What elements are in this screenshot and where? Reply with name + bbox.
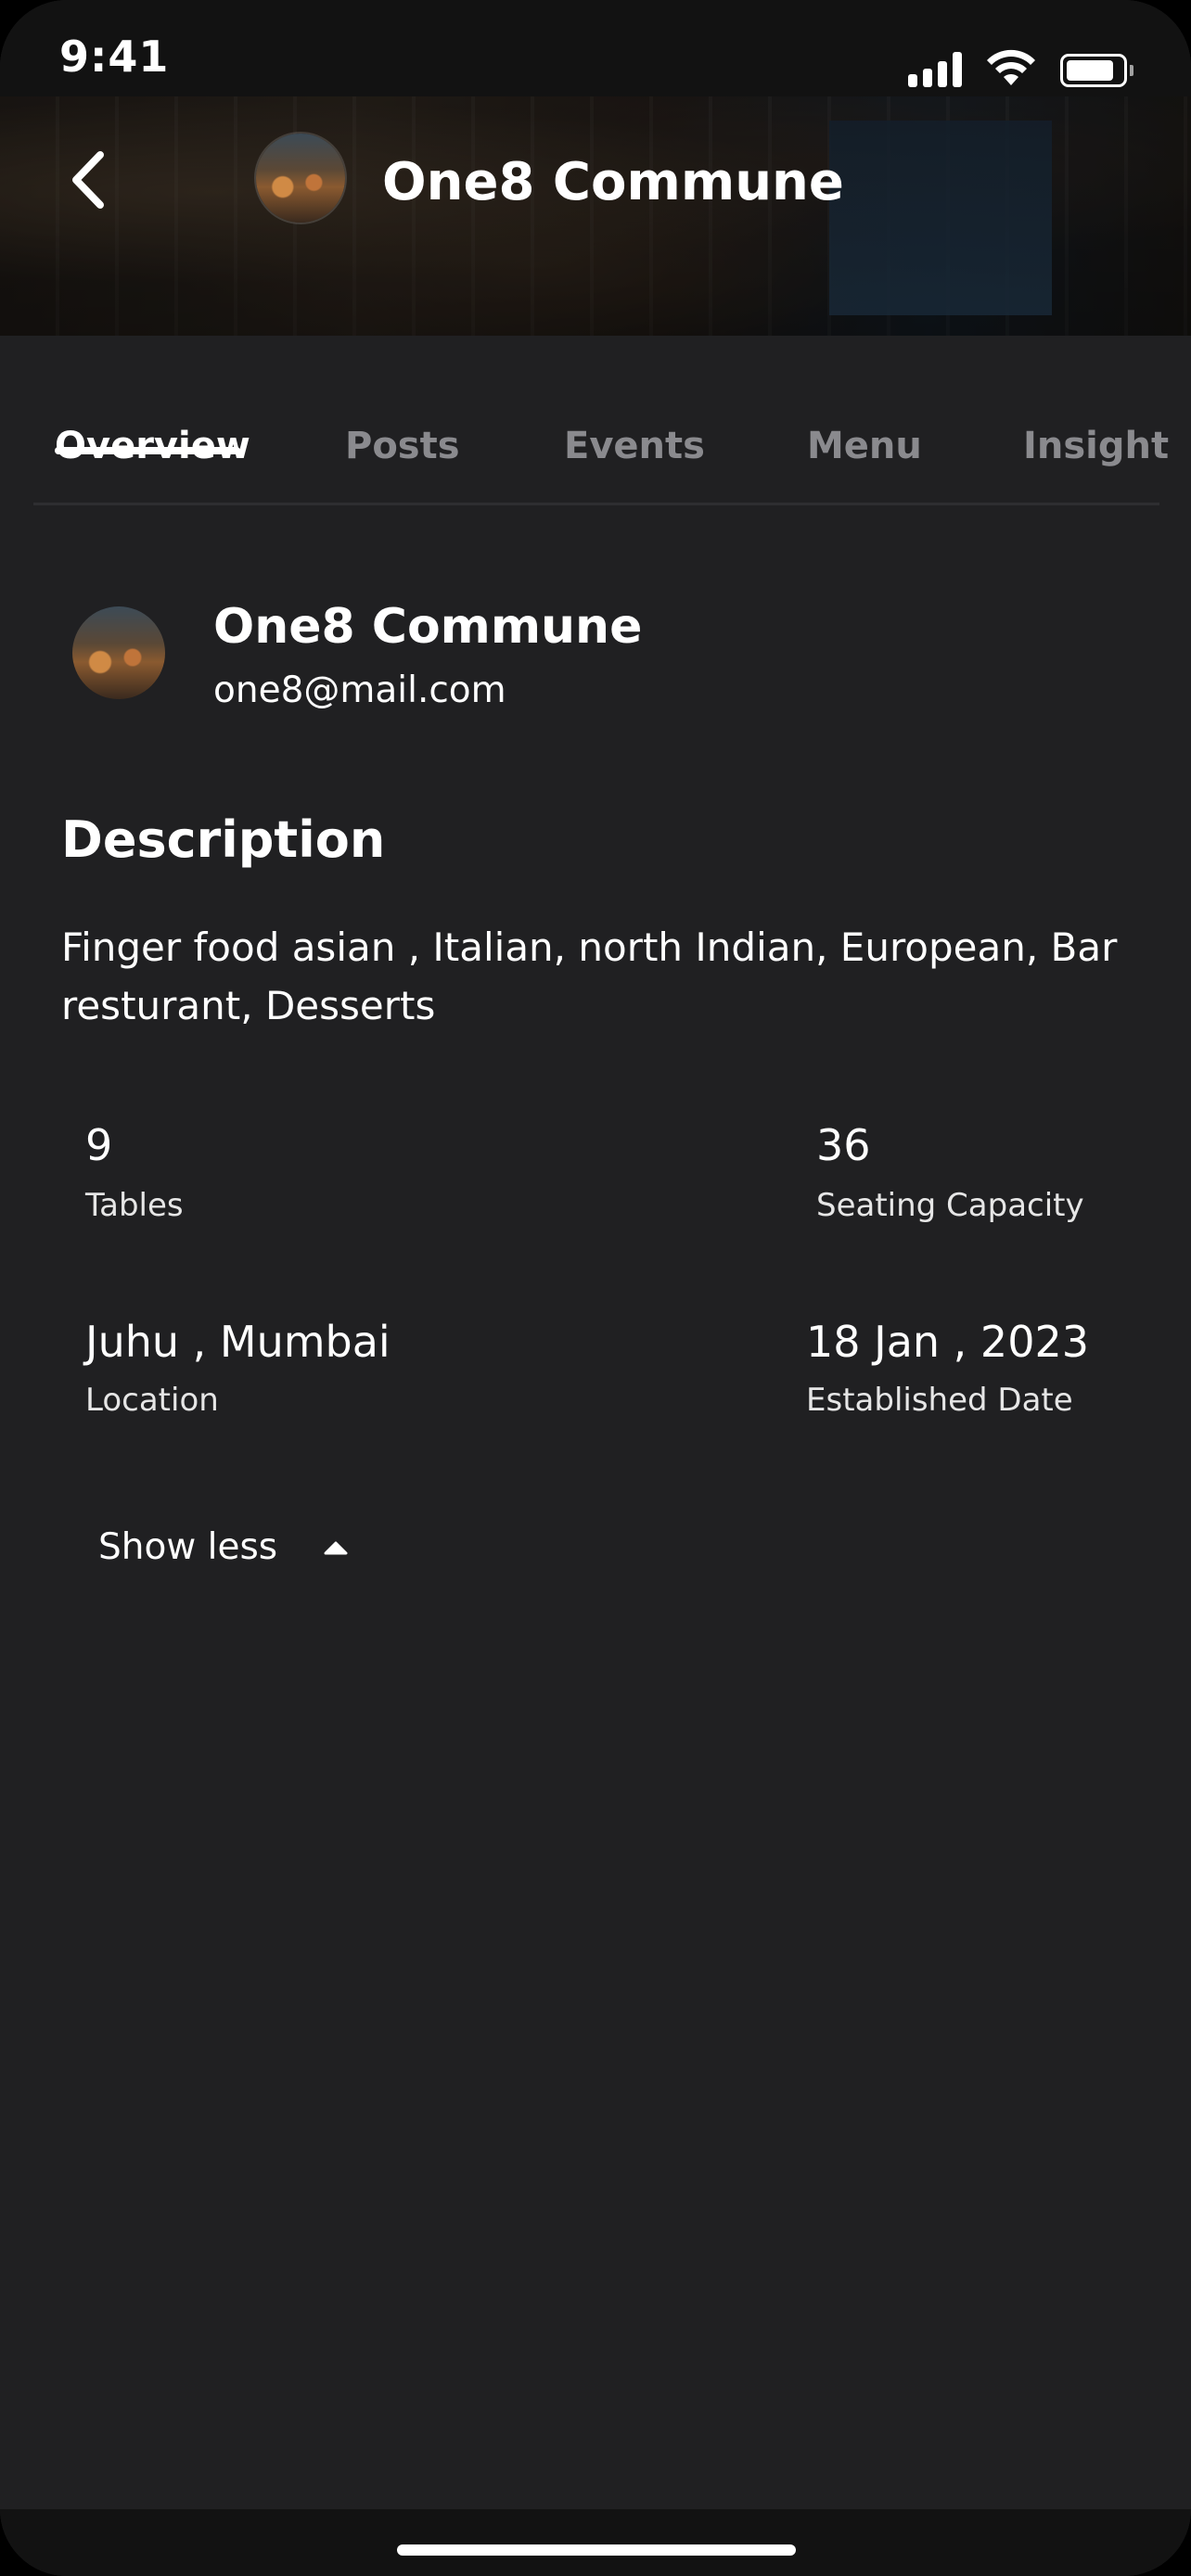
location-value: Juhu , Mumbai: [85, 1317, 391, 1367]
tab-insight[interactable]: Insight: [1023, 425, 1169, 467]
status-bar: 9:41: [0, 0, 1191, 96]
tables-label: Tables: [85, 1187, 184, 1224]
app-screen: 9:41 One8 Commune Overview Posts Events …: [0, 0, 1191, 2576]
battery-icon: [1060, 54, 1133, 87]
location-label: Location: [85, 1382, 219, 1419]
tab-bar: Overview Posts Events Menu Insight: [0, 336, 1191, 506]
profile-avatar: [72, 606, 165, 699]
tab-posts[interactable]: Posts: [345, 425, 460, 467]
tables-value: 9: [85, 1120, 113, 1170]
home-indicator[interactable]: [397, 2544, 796, 2556]
tab-overview[interactable]: Overview: [55, 425, 250, 467]
description-text: Finger food asian , Italian, north India…: [61, 925, 1118, 1028]
tabs-divider: [33, 503, 1159, 505]
show-less-label: Show less: [98, 1526, 278, 1568]
active-tab-indicator: [55, 447, 240, 454]
established-date-value: 18 Jan , 2023: [806, 1317, 1089, 1367]
status-time: 9:41: [59, 32, 170, 82]
seating-capacity-label: Seating Capacity: [816, 1187, 1084, 1224]
description-heading: Description: [61, 810, 386, 869]
wifi-icon: [984, 48, 1038, 87]
caret-up-icon: [324, 1541, 348, 1554]
tab-events[interactable]: Events: [564, 425, 705, 467]
header-banner: One8 Commune: [0, 96, 1191, 336]
bottom-bar: [0, 2509, 1191, 2576]
back-button[interactable]: [52, 145, 122, 215]
profile-name: One8 Commune: [213, 599, 643, 655]
status-icons: [908, 43, 1133, 87]
cellular-signal-icon: [908, 48, 962, 87]
profile-email: one8@mail.com: [213, 670, 506, 711]
established-date-label: Established Date: [806, 1382, 1073, 1419]
seating-capacity-value: 36: [816, 1120, 871, 1170]
tab-menu[interactable]: Menu: [807, 425, 922, 467]
header-avatar: [254, 132, 347, 224]
show-less-button[interactable]: Show less: [98, 1526, 348, 1568]
header-title: One8 Commune: [382, 152, 844, 212]
chevron-left-icon: [72, 151, 104, 209]
